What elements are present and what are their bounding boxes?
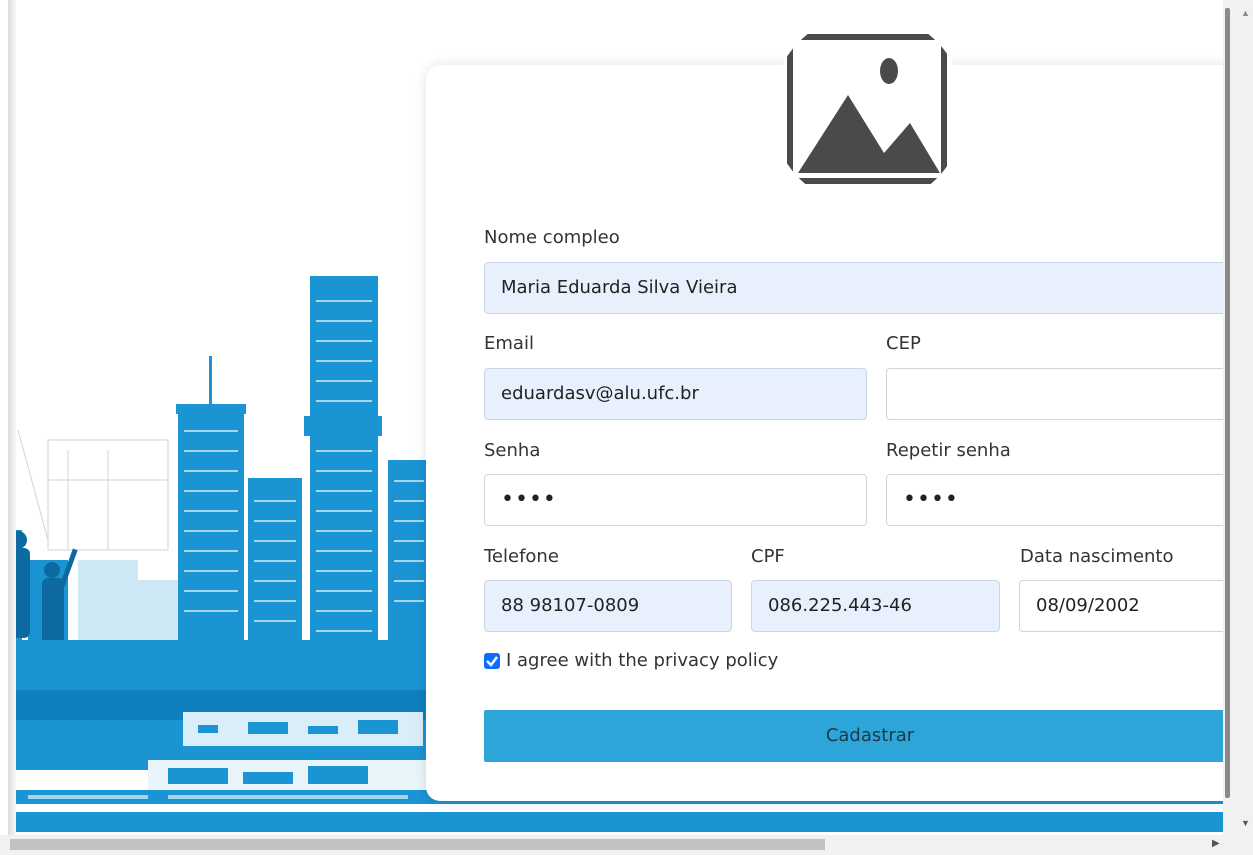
avatar-upload[interactable]	[771, 13, 965, 207]
registration-card: Nome compleo Maria Eduarda Silva Vieira …	[426, 13, 1223, 801]
full-name-input[interactable]: Maria Eduarda Silva Vieira	[484, 262, 1223, 314]
page-viewport: Nome compleo Maria Eduarda Silva Vieira …	[8, 0, 1223, 835]
agree-label: I agree with the privacy policy	[506, 650, 779, 671]
password-input[interactable]: ••••	[484, 474, 867, 526]
repeat-password-input[interactable]: ••••	[886, 474, 1223, 526]
email-label: Email	[484, 333, 534, 354]
scroll-down-arrow-icon[interactable]: ▼	[1241, 818, 1250, 828]
horizontal-scrollbar-thumb[interactable]	[10, 839, 825, 850]
scroll-right-arrow-icon[interactable]: ▶	[1212, 838, 1220, 849]
image-placeholder-icon	[787, 34, 947, 184]
horizontal-scrollbar[interactable]: ▶	[0, 835, 1253, 855]
repeat-password-label: Repetir senha	[886, 440, 1011, 461]
phone-label: Telefone	[484, 546, 559, 567]
check-icon	[486, 656, 498, 667]
cadastrar-button[interactable]: Cadastrar	[484, 710, 1223, 762]
birth-date-label: Data nascimento	[1020, 546, 1174, 567]
cpf-input[interactable]: 086.225.443-46	[751, 580, 1000, 632]
email-input[interactable]: eduardasv@alu.ufc.br	[484, 368, 867, 420]
cpf-label: CPF	[751, 546, 785, 567]
page-left-shadow	[8, 0, 16, 835]
vertical-scrollbar[interactable]: ▲ ▼	[1223, 0, 1253, 835]
full-name-label: Nome compleo	[484, 227, 620, 248]
agree-checkbox[interactable]	[484, 653, 500, 669]
password-label: Senha	[484, 440, 541, 461]
cep-input[interactable]	[886, 368, 1223, 420]
birth-date-input[interactable]: 08/09/2002	[1019, 580, 1223, 632]
scroll-up-arrow-icon[interactable]: ▲	[1241, 8, 1250, 18]
vertical-scrollbar-thumb[interactable]	[1225, 8, 1230, 798]
cep-label: CEP	[886, 333, 921, 354]
phone-input[interactable]: 88 98107-0809	[484, 580, 732, 632]
